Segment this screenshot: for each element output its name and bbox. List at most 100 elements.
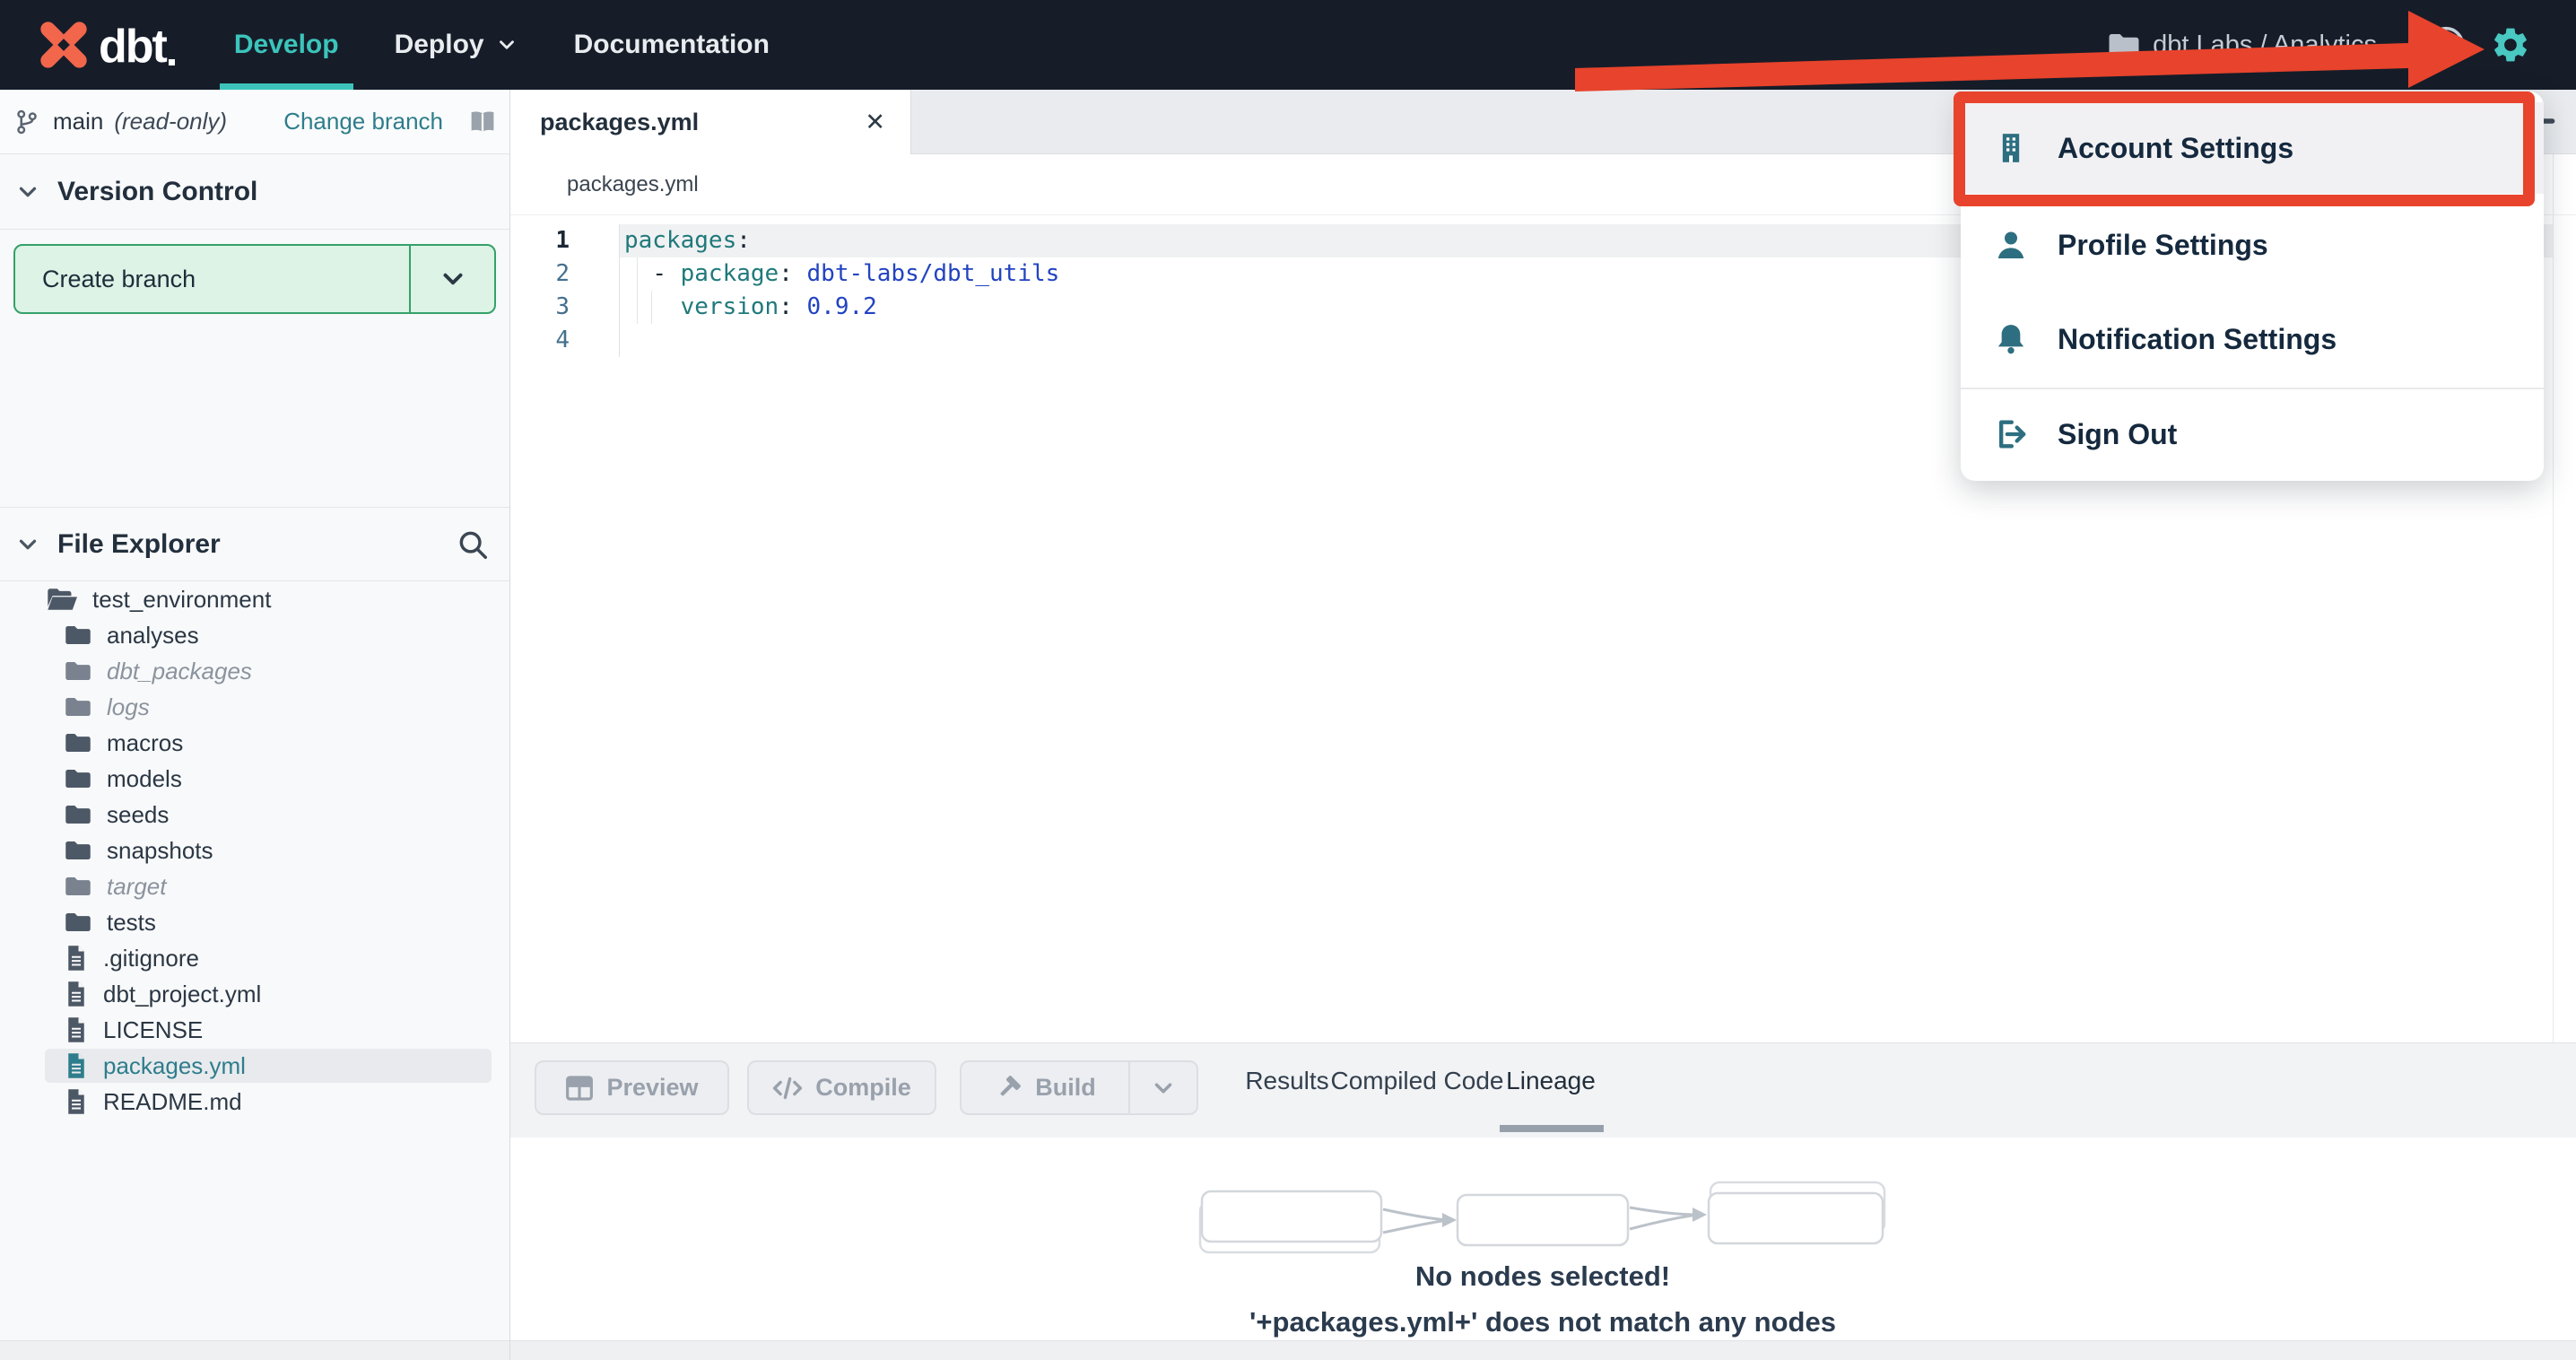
file-tree-item[interactable]: seeds: [0, 797, 509, 833]
tab-lineage[interactable]: Lineage: [1506, 1067, 1596, 1095]
file-tree-item[interactable]: snapshots: [0, 833, 509, 868]
file-tree-label: test_environment: [92, 585, 272, 613]
preview-label: Preview: [606, 1074, 699, 1101]
folder-icon: [65, 877, 91, 895]
chevron-down-icon: [19, 187, 37, 196]
current-branch-name: main: [53, 108, 104, 135]
code-line: - package: dbt-labs/dbt_utils: [624, 257, 1059, 291]
create-branch-button[interactable]: Create branch: [13, 244, 496, 314]
line-number: 4: [555, 327, 570, 353]
menu-item-sign-out[interactable]: Sign Out: [1961, 398, 2544, 470]
user-avatar-icon[interactable]: [2427, 26, 2465, 64]
file-tree-item[interactable]: README.md: [0, 1084, 509, 1120]
folder-icon: [65, 662, 91, 680]
file-icon: [68, 1053, 84, 1078]
file-tree-item[interactable]: test_environment: [0, 581, 509, 617]
file-tree-item[interactable]: LICENSE: [0, 1012, 509, 1048]
file-search-button[interactable]: [456, 527, 490, 562]
branch-mode-label: (read-only): [114, 108, 228, 135]
nav-item-develop[interactable]: Develop: [219, 0, 353, 90]
change-branch-link[interactable]: Change branch: [283, 108, 443, 135]
bottom-scrollbar-strip[interactable]: [0, 1340, 2576, 1360]
yaml-punct: -: [652, 260, 681, 287]
gutter-border: [619, 224, 620, 357]
branch-bar: main (read-only) Change branch: [0, 90, 509, 154]
account-context-label[interactable]: dbt Labs / Analytics: [2153, 31, 2377, 60]
folder-icon: [2109, 34, 2139, 56]
code-icon: [773, 1077, 803, 1099]
folder-icon: [65, 770, 91, 788]
yaml-key: package: [680, 260, 779, 287]
dbt-logo-icon: [40, 22, 87, 68]
file-tree-label: README.md: [103, 1087, 242, 1115]
file-icon: [68, 1089, 84, 1114]
menu-item-profile-settings[interactable]: Profile Settings: [1961, 209, 2544, 281]
folder-icon: [65, 913, 91, 931]
compile-button[interactable]: Compile: [747, 1060, 936, 1115]
file-tree-label: logs: [107, 693, 150, 720]
tab-packages-yml[interactable]: packages.yml ✕: [509, 90, 911, 154]
file-tree-item[interactable]: macros: [0, 725, 509, 761]
version-control-header[interactable]: Version Control: [0, 154, 509, 230]
lineage-canvas[interactable]: No nodes selected! '+packages.yml+' does…: [509, 1138, 2576, 1340]
dbt-logo[interactable]: dbt: [36, 17, 175, 73]
file-tree-item[interactable]: .gitignore: [0, 940, 509, 976]
git-branch-icon: [17, 109, 37, 134]
menu-item-account-settings[interactable]: Account Settings: [1961, 102, 2544, 194]
file-tree-label: .gitignore: [103, 944, 199, 972]
navbar-account-area: dbt Labs / Analytics: [2108, 24, 2531, 65]
nav-item-label: Develop: [233, 30, 339, 59]
file-tree-item[interactable]: logs: [0, 689, 509, 725]
compile-label: Compile: [815, 1074, 911, 1101]
build-button[interactable]: Build: [962, 1062, 1128, 1113]
file-tree-label: packages.yml: [103, 1051, 246, 1079]
file-tree-item[interactable]: analyses: [0, 617, 509, 653]
file-tree: test_environment analyses dbt_packages l…: [0, 581, 509, 1120]
bottom-panel-header: Preview Compile Build Results Compiled C…: [509, 1042, 2576, 1138]
yaml-key: packages: [624, 227, 737, 254]
code-line: packages:: [624, 224, 751, 257]
section-title: Version Control: [57, 176, 258, 206]
create-branch-caret[interactable]: [409, 246, 494, 312]
file-tree-label: tests: [107, 908, 156, 936]
folder-open-icon: [48, 588, 77, 610]
lineage-node: [1200, 1190, 1383, 1243]
chevron-down-icon: [19, 539, 37, 549]
menu-item-label: Account Settings: [2058, 131, 2294, 164]
yaml-key: version: [680, 293, 779, 320]
file-tree-label: LICENSE: [103, 1016, 204, 1043]
line-number: 3: [555, 293, 570, 320]
main-nav: Develop Deploy Documentation: [219, 0, 811, 90]
close-icon[interactable]: ✕: [865, 109, 885, 136]
file-tree-item[interactable]: target: [0, 868, 509, 904]
file-tree-item-selected[interactable]: packages.yml: [0, 1048, 509, 1084]
file-tree-item[interactable]: dbt_packages: [0, 653, 509, 689]
menu-divider: [1961, 388, 2544, 389]
tab-results[interactable]: Results: [1245, 1067, 1328, 1095]
lineage-empty-title: No nodes selected!: [1414, 1260, 1671, 1292]
docs-book-button[interactable]: [466, 108, 499, 136]
folder-icon: [65, 806, 91, 824]
file-tree-item[interactable]: models: [0, 761, 509, 797]
editor-scrollbar-gutter[interactable]: [2553, 154, 2554, 1042]
sign-out-icon: [1999, 420, 2026, 449]
file-explorer-header[interactable]: File Explorer: [0, 507, 509, 581]
yaml-ws: [624, 260, 652, 287]
hammer-icon: [1000, 1075, 1022, 1095]
preview-button[interactable]: Preview: [535, 1060, 729, 1115]
file-tree-label: macros: [107, 728, 184, 756]
tab-label: packages.yml: [540, 108, 700, 135]
nav-item-documentation[interactable]: Documentation: [560, 0, 784, 90]
top-navbar: dbt Develop Deploy Documentation dbt Lab…: [0, 0, 2576, 90]
gear-icon[interactable]: [2490, 24, 2531, 65]
code-line: version: 0.9.2: [624, 291, 877, 324]
folder-icon: [65, 698, 91, 716]
tab-compiled-code[interactable]: Compiled Code: [1331, 1067, 1504, 1095]
nav-item-deploy[interactable]: Deploy: [380, 0, 533, 90]
file-tree-item[interactable]: tests: [0, 904, 509, 940]
active-tab-underline: [1500, 1125, 1604, 1132]
build-options-caret[interactable]: [1128, 1062, 1197, 1113]
section-title: File Explorer: [57, 528, 221, 559]
file-tree-item[interactable]: dbt_project.yml: [0, 976, 509, 1012]
menu-item-notification-settings[interactable]: Notification Settings: [1961, 303, 2544, 375]
